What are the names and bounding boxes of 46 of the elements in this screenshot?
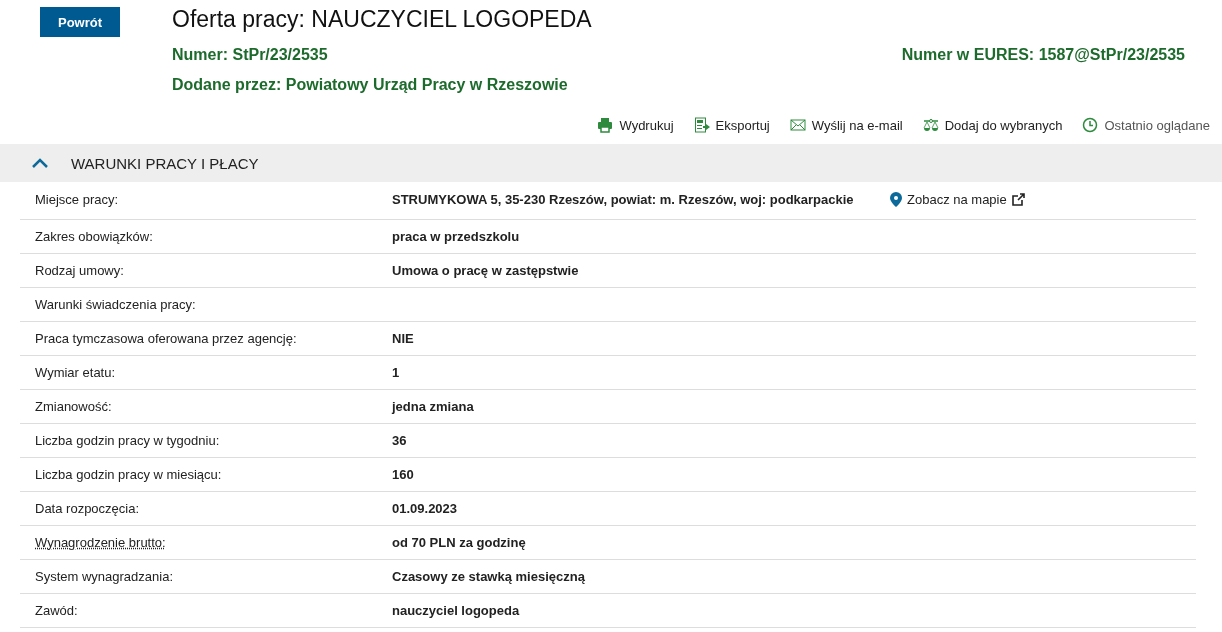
field-label: Miejsce pracy: xyxy=(34,192,120,207)
field-value: praca w przedszkolu xyxy=(392,229,521,244)
printer-icon xyxy=(597,117,614,133)
back-button[interactable]: Powrót xyxy=(40,7,120,37)
page-title: Oferta pracy: NAUCZYCIEL LOGOPEDA xyxy=(172,7,593,31)
field-value: 160 xyxy=(392,467,415,482)
field-label: Zmianowość: xyxy=(34,399,113,414)
field-label: Wynagrodzenie brutto: xyxy=(34,535,167,550)
history-link[interactable]: Ostatnio oglądane xyxy=(1082,116,1210,134)
map-pin-icon xyxy=(890,192,902,207)
scales-icon xyxy=(922,117,939,133)
eures-number: Numer w EURES: 1587@StPr/23/2535 xyxy=(901,46,1185,64)
field-value: Czasowy ze stawką miesięczną xyxy=(392,569,586,584)
field-label: Data rozpoczęcia: xyxy=(34,501,141,516)
field-label: Zakres obowiązków: xyxy=(34,229,154,244)
field-value: NIE xyxy=(392,331,415,346)
pdf-export-icon xyxy=(693,117,710,133)
field-label: Rodzaj umowy: xyxy=(34,263,125,278)
field-value: Umowa o pracę w zastępstwie xyxy=(392,263,580,278)
chevron-icon xyxy=(31,157,49,169)
section-title: WARUNKI PRACY I PŁACY xyxy=(71,154,259,172)
field-value: nauczyciel logopeda xyxy=(392,603,521,618)
field-label: Liczba godzin pracy w miesiącu: xyxy=(34,467,223,482)
pdf-link[interactable]: Eksportuj xyxy=(693,116,770,134)
field-label: Liczba godzin pracy w tygodniu: xyxy=(34,433,221,448)
field-label: Warunki świadczenia pracy: xyxy=(34,297,197,312)
clock-icon xyxy=(1082,117,1099,133)
added-by: Dodane przez: Powiatowy Urząd Pracy w Rzeszowie xyxy=(172,76,569,94)
section-header[interactable]: WARUNKI PRACY I PŁACY xyxy=(0,144,1222,182)
offer-number: Numer: StPr/23/2535 xyxy=(172,46,328,64)
field-value: STRUMYKOWA 5, 35-230 Rzeszów, powiat: m. Rzeszów, woj: podkarpackie xyxy=(392,192,855,207)
field-label: Praca tymczasowa oferowana przez agencję: xyxy=(34,331,298,346)
map-link[interactable]: Zobacz na mapie xyxy=(890,192,1025,207)
field-value: 36 xyxy=(392,433,408,448)
favorite-link[interactable]: Dodaj do wybranych xyxy=(922,116,1063,134)
field-value: od 70 PLN za godzinę xyxy=(392,535,527,550)
field-value: 1 xyxy=(392,365,401,380)
envelope-icon xyxy=(789,117,806,133)
field-value: jedna zmiana xyxy=(392,399,475,414)
field-label: Zawód: xyxy=(34,603,79,618)
field-value: 01.09.2023 xyxy=(392,501,459,516)
external-link-icon xyxy=(1011,193,1025,206)
field-label: Wymiar etatu: xyxy=(34,365,117,380)
print-link[interactable]: Wydrukuj xyxy=(597,116,674,134)
field-label: System wynagradzania: xyxy=(34,569,174,584)
mail-link[interactable]: Wyślij na e-mail xyxy=(789,116,903,134)
